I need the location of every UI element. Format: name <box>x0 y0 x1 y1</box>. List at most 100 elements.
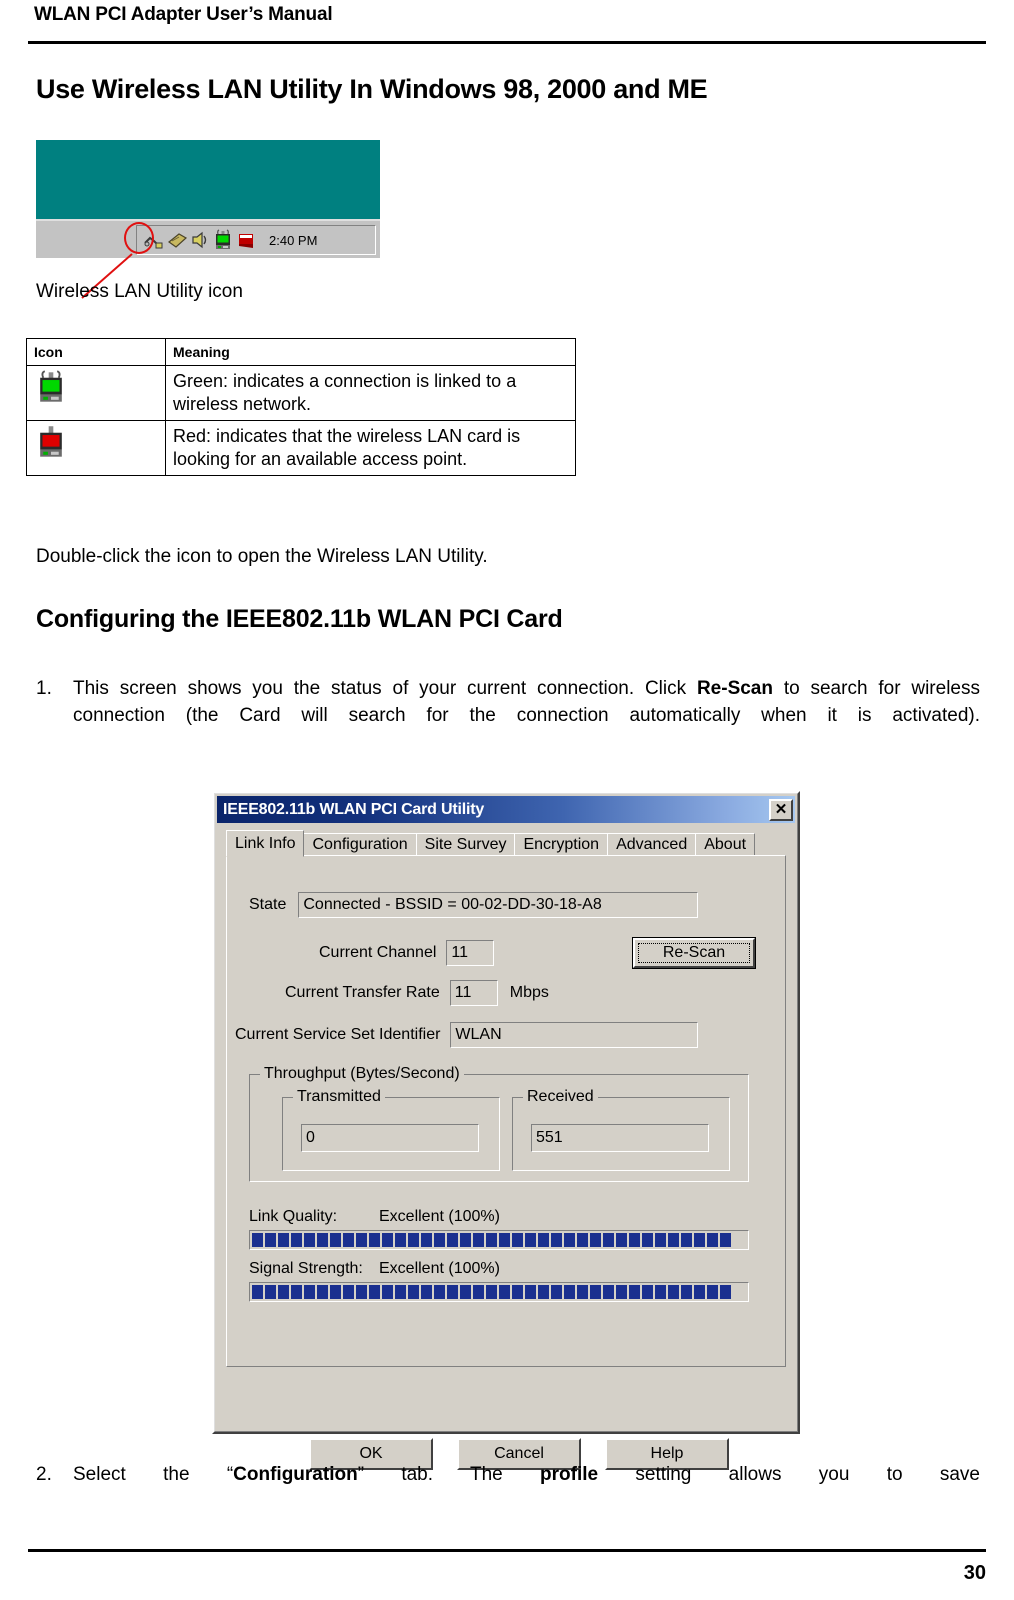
table-header-row: Icon Meaning <box>26 338 576 366</box>
item2-bold-configuration: Configuration <box>233 1464 358 1485</box>
desktop-background <box>36 140 380 219</box>
running-header: WLAN PCI Adapter User’s Manual <box>34 4 333 25</box>
meter-segment <box>408 1233 419 1247</box>
transfer-rate-label: Current Transfer Rate <box>285 984 440 1001</box>
meter-segment <box>408 1285 419 1299</box>
meter-segment <box>681 1285 692 1299</box>
meter-segment <box>694 1233 705 1247</box>
transmitted-label: Transmitted <box>293 1088 385 1106</box>
network-cable-icon <box>144 236 163 249</box>
throughput-group-title: Throughput (Bytes/Second) <box>260 1065 464 1083</box>
meter-segment <box>460 1285 471 1299</box>
meter-segment <box>252 1233 263 1247</box>
item2-text-b: ” tab. The <box>357 1464 541 1485</box>
item2-text-c: setting allows you to save <box>598 1464 980 1485</box>
meter-segment <box>278 1233 289 1247</box>
meter-segment <box>330 1285 341 1299</box>
link-quality-row: Link Quality: Excellent (100%) <box>249 1208 500 1226</box>
meter-segment <box>291 1285 302 1299</box>
icon-cell-red <box>26 420 166 477</box>
meter-segment <box>707 1233 718 1247</box>
meter-segment <box>538 1233 549 1247</box>
meter-segment <box>304 1285 315 1299</box>
list-item-number: 1. <box>36 678 52 699</box>
wlan-utility-dialog: IEEE802.11b WLAN PCI Card Utility ✕ Link… <box>212 791 800 1470</box>
tab-link-info[interactable]: Link Info <box>226 830 305 857</box>
signal-strength-meter <box>249 1282 749 1302</box>
signal-strength-row: Signal Strength: Excellent (100%) <box>249 1260 500 1278</box>
list-item-text: This screen shows you the status of your… <box>73 676 980 757</box>
meter-segment <box>642 1233 653 1247</box>
signal-strength-value: Excellent (100%) <box>379 1260 500 1277</box>
item1-bold-rescan: Re-Scan <box>696 678 773 699</box>
current-channel-value: 11 <box>446 940 495 966</box>
meter-segment <box>655 1285 666 1299</box>
meter-segment <box>382 1285 393 1299</box>
meter-segment <box>538 1285 549 1299</box>
page-title: Use Wireless LAN Utility In Windows 98, … <box>36 74 708 104</box>
meter-segment <box>421 1285 432 1299</box>
close-icon[interactable]: ✕ <box>769 798 793 821</box>
tab-advanced[interactable]: Advanced <box>607 833 697 857</box>
meter-segment <box>681 1233 692 1247</box>
meter-segment <box>486 1233 497 1247</box>
meaning-cell-red: Red: indicates that the wireless LAN car… <box>165 420 576 477</box>
meter-segment <box>421 1233 432 1247</box>
meter-segment <box>356 1233 367 1247</box>
meter-segment <box>668 1233 679 1247</box>
meter-segment <box>434 1285 445 1299</box>
meter-segment <box>668 1285 679 1299</box>
footer-rule <box>28 1549 986 1552</box>
tab-configuration[interactable]: Configuration <box>303 833 417 857</box>
ssid-label: Current Service Set Identifier <box>235 1026 441 1043</box>
meter-segment <box>369 1233 380 1247</box>
windows-taskbar: 2:40 PM <box>36 219 380 258</box>
dialog-titlebar: IEEE802.11b WLAN PCI Card Utility ✕ <box>217 796 795 823</box>
dialog-title: IEEE802.11b WLAN PCI Card Utility <box>223 800 485 818</box>
tab-about[interactable]: About <box>695 833 756 857</box>
meter-segment <box>291 1233 302 1247</box>
pc-card-icon <box>168 233 188 248</box>
ssid-value-field: WLAN <box>450 1022 699 1048</box>
transmitted-value: 0 <box>301 1124 479 1152</box>
double-click-paragraph: Double-click the icon to open the Wirele… <box>36 546 488 567</box>
transfer-rate-unit: Mbps <box>509 984 549 1001</box>
link-info-panel: State Connected - BSSID = 00-02-DD-30-18… <box>226 855 786 1470</box>
system-tray: 2:40 PM <box>136 225 376 255</box>
column-header-meaning: Meaning <box>165 338 576 366</box>
ssid-row: Current Service Set Identifier WLAN <box>235 1022 699 1048</box>
meter-segment <box>564 1233 575 1247</box>
meter-segment <box>551 1233 562 1247</box>
meter-segment <box>382 1233 393 1247</box>
list-item-text: Select the “Configuration” tab. The prof… <box>73 1462 980 1516</box>
list-item-number: 2. <box>36 1464 52 1485</box>
received-groupbox: Received 551 <box>512 1088 730 1171</box>
transfer-rate-row: Current Transfer Rate 11 Mbps <box>285 980 549 1006</box>
meter-segment <box>590 1233 601 1247</box>
meter-segment <box>525 1285 536 1299</box>
meter-segment <box>499 1233 510 1247</box>
meter-segment <box>473 1285 484 1299</box>
meter-segment <box>720 1233 731 1247</box>
meter-segment <box>577 1285 588 1299</box>
meter-segment <box>707 1285 718 1299</box>
meter-segment <box>317 1285 328 1299</box>
item2-text-a: Select the “ <box>73 1464 234 1485</box>
meter-segment <box>616 1233 627 1247</box>
throughput-groupbox: Throughput (Bytes/Second) Transmitted 0 … <box>249 1065 749 1182</box>
meter-segment <box>265 1285 276 1299</box>
meter-segment <box>447 1285 458 1299</box>
meter-segment <box>486 1285 497 1299</box>
table-row: Red: indicates that the wireless LAN car… <box>26 420 576 477</box>
list-item: 1. This screen shows you the status of y… <box>36 676 980 757</box>
tab-encryption[interactable]: Encryption <box>514 833 609 857</box>
state-label: State <box>249 896 287 913</box>
re-scan-button[interactable]: Re-Scan <box>632 937 756 969</box>
icon-meaning-table: Icon Meaning Green: indicates a connecti… <box>26 338 576 477</box>
meter-segment <box>265 1233 276 1247</box>
received-label: Received <box>523 1088 598 1106</box>
meter-segment <box>603 1233 614 1247</box>
icon-cell-green <box>26 364 166 422</box>
meter-segment <box>512 1285 523 1299</box>
tab-site-survey[interactable]: Site Survey <box>415 833 516 857</box>
